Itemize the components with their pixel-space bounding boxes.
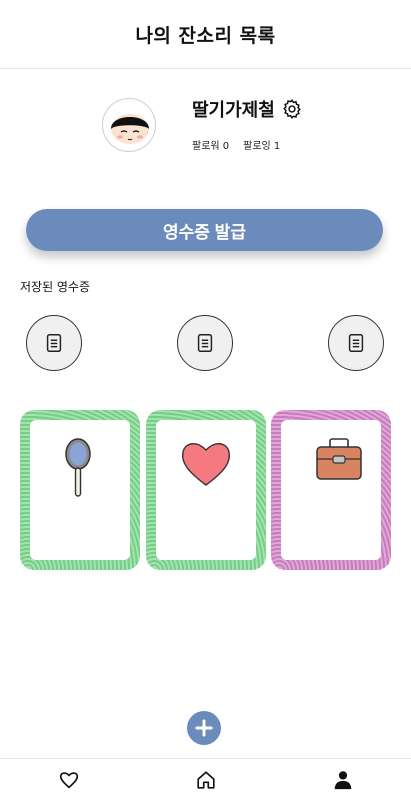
- saved-receipt-button[interactable]: [328, 315, 384, 371]
- avatar[interactable]: [102, 98, 156, 152]
- issue-receipt-button[interactable]: 영수증 발급: [26, 209, 383, 251]
- nickname: 딸기가제철: [192, 100, 275, 121]
- document-icon: [348, 334, 364, 352]
- saved-receipt-button[interactable]: [26, 315, 82, 371]
- card-body: [281, 420, 381, 560]
- hand-mirror-icon: [65, 438, 91, 497]
- bottom-tab-bar: [0, 758, 411, 800]
- add-button[interactable]: [187, 711, 221, 745]
- card-body: [156, 420, 256, 560]
- tab-home[interactable]: [186, 760, 226, 800]
- page-title: 나의 잔소리 목록: [135, 24, 276, 47]
- saved-receipt-button[interactable]: [177, 315, 233, 371]
- nickname-row: 딸기가제철: [192, 96, 303, 122]
- app-header: 나의 잔소리 목록: [0, 0, 411, 69]
- person-icon: [334, 770, 351, 789]
- tab-likes[interactable]: [49, 760, 89, 800]
- nag-card[interactable]: [20, 410, 140, 570]
- saved-receipts-label: 저장된 영수증: [20, 280, 91, 294]
- nag-card[interactable]: [271, 410, 391, 570]
- plus-icon: [195, 719, 213, 737]
- nag-card[interactable]: [146, 410, 266, 570]
- briefcase-icon: [316, 438, 362, 480]
- avatar-face-icon: [111, 114, 149, 144]
- follow-stats: 팔로워 0 팔로잉 1: [192, 137, 280, 152]
- profile-section: 딸기가제철 팔로워 0 팔로잉 1: [0, 88, 411, 168]
- heart-icon: [59, 771, 78, 788]
- heart-icon: [181, 443, 231, 486]
- document-icon: [46, 334, 62, 352]
- home-icon: [196, 770, 215, 789]
- tab-profile[interactable]: [323, 760, 363, 800]
- card-body: [30, 420, 130, 560]
- following-count[interactable]: 팔로잉 1: [243, 137, 280, 152]
- settings-gear-icon[interactable]: [281, 98, 303, 120]
- document-icon: [197, 334, 213, 352]
- followers-count[interactable]: 팔로워 0: [192, 137, 229, 152]
